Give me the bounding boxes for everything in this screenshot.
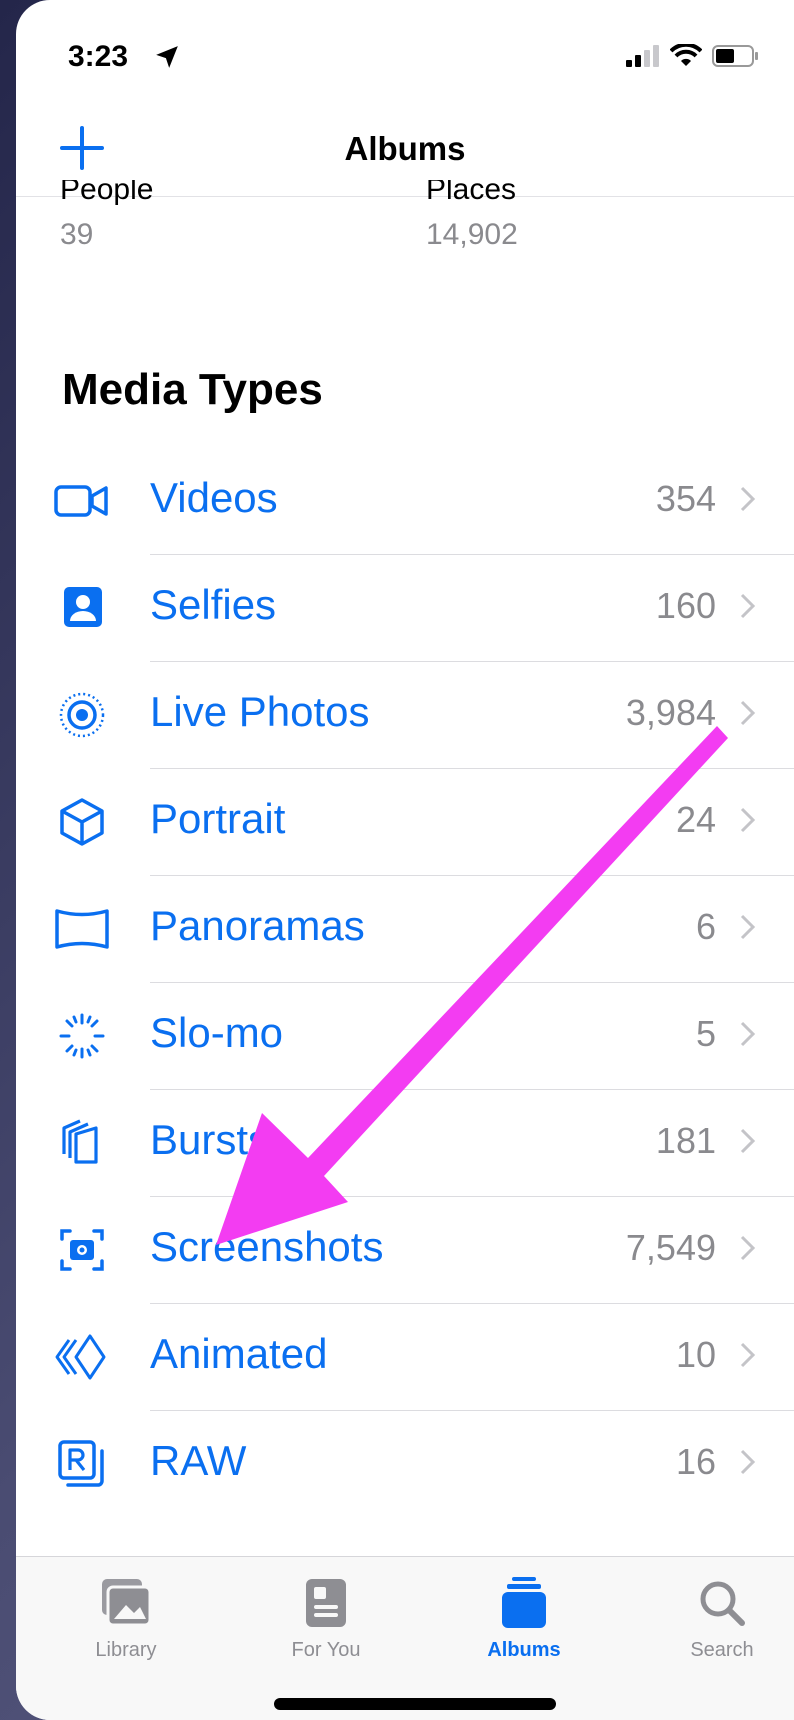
status-time: 3:23	[68, 40, 129, 73]
library-icon	[102, 1579, 152, 1627]
album-count: 160	[655, 585, 716, 626]
tab-label: Search	[690, 1639, 754, 1661]
for-you-icon	[306, 1579, 346, 1627]
album-label: RAW	[150, 1437, 247, 1484]
album-label: Selfies	[150, 581, 277, 628]
panorama-icon	[55, 909, 109, 949]
places-label: Places	[426, 180, 517, 206]
album-label: Bursts	[150, 1116, 270, 1163]
tab-label: Library	[95, 1639, 157, 1661]
album-count: 16	[675, 1441, 716, 1482]
live-photo-icon	[59, 692, 105, 738]
albums-icon	[502, 1577, 546, 1628]
chevron-right-icon	[740, 914, 756, 940]
wifi-icon	[670, 44, 702, 66]
section-title-media-types: Media Types	[62, 365, 323, 414]
chevron-right-icon	[740, 1235, 756, 1261]
album-label: Panoramas	[150, 902, 365, 949]
tab-for-you[interactable]: For You	[266, 1575, 386, 1662]
animated-icon	[55, 1334, 106, 1380]
album-row-animated[interactable]: Animated 10	[16, 1304, 794, 1411]
cube-icon	[60, 798, 104, 846]
video-icon	[54, 485, 108, 517]
album-count: 6	[695, 906, 716, 947]
bursts-icon	[62, 1119, 98, 1164]
chevron-right-icon	[740, 593, 756, 619]
chevron-right-icon	[740, 486, 756, 512]
album-label: Videos	[150, 474, 278, 521]
album-label: Live Photos	[150, 688, 370, 735]
album-label: Slo-mo	[150, 1009, 284, 1056]
status-bar: 3:23	[16, 0, 794, 110]
search-icon	[700, 1581, 745, 1626]
battery-icon	[712, 45, 758, 67]
tab-label: Albums	[487, 1639, 561, 1661]
location-arrow-icon	[156, 46, 178, 68]
album-row-slo-mo[interactable]: Slo-mo 5	[16, 983, 794, 1090]
album-label: Screenshots	[150, 1223, 384, 1270]
people-label: People	[60, 180, 154, 206]
album-row-portrait[interactable]: Portrait 24	[16, 769, 794, 876]
tab-library[interactable]: Library	[66, 1575, 186, 1662]
album-count: 7,549	[625, 1227, 716, 1268]
chevron-right-icon	[740, 700, 756, 726]
album-row-raw[interactable]: RAW 16	[16, 1411, 794, 1518]
album-row-bursts[interactable]: Bursts 181	[16, 1090, 794, 1197]
album-count: 354	[655, 478, 716, 519]
places-count: 14,902	[426, 218, 518, 251]
chevron-right-icon	[740, 1449, 756, 1475]
album-row-videos[interactable]: Videos 354	[16, 448, 794, 555]
status-indicators	[626, 44, 760, 68]
album-row-screenshots[interactable]: Screenshots 7,549	[16, 1197, 794, 1304]
places-album[interactable]: Places 14,902	[426, 180, 518, 252]
album-row-selfies[interactable]: Selfies 160	[16, 555, 794, 662]
album-count: 10	[675, 1334, 716, 1375]
tab-albums[interactable]: Albums	[464, 1575, 584, 1662]
album-count: 5	[695, 1013, 716, 1054]
album-label: Portrait	[150, 795, 286, 842]
home-indicator[interactable]	[274, 1698, 556, 1710]
signal-icon	[626, 45, 659, 67]
album-count: 3,984	[625, 692, 716, 733]
album-row-live-photos[interactable]: Live Photos 3,984	[16, 662, 794, 769]
chevron-right-icon	[740, 1021, 756, 1047]
tab-label: For You	[291, 1639, 361, 1661]
selfie-icon	[64, 587, 102, 627]
people-count: 39	[60, 218, 94, 251]
tab-bar: Library For You Albums Search	[16, 1556, 794, 1720]
chevron-right-icon	[740, 807, 756, 833]
screenshot-icon	[60, 1229, 104, 1271]
people-album[interactable]: People 39	[60, 180, 153, 252]
album-row-panoramas[interactable]: Panoramas 6	[16, 876, 794, 983]
chevron-right-icon	[740, 1342, 756, 1368]
chevron-right-icon	[740, 1128, 756, 1154]
raw-icon	[58, 1440, 104, 1487]
phone-screen: 3:23 Albums People 39 Places 14,902 Medi…	[16, 0, 794, 1720]
page-title: Albums	[344, 130, 466, 167]
slomo-icon	[59, 1013, 105, 1059]
album-label: Animated	[150, 1330, 328, 1377]
tab-search[interactable]: Search	[662, 1575, 782, 1662]
media-types-list: Videos 354 Selfies 160 Live Photos 3,984…	[16, 448, 794, 1518]
album-count: 24	[675, 799, 716, 840]
album-count: 181	[655, 1120, 716, 1161]
